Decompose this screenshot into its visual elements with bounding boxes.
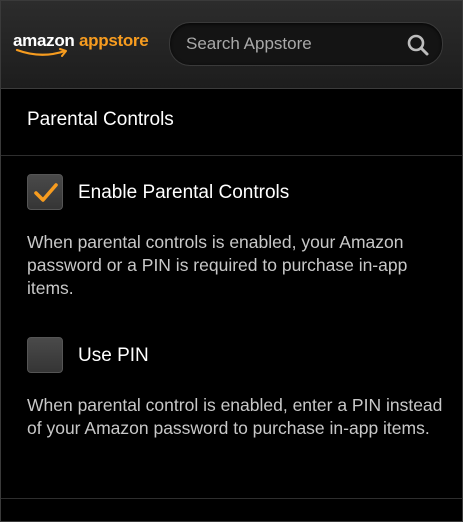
logo-appstore-text: appstore [79, 31, 149, 50]
enable-parental-controls-row[interactable]: Enable Parental Controls [27, 174, 447, 212]
bottom-divider [1, 498, 462, 499]
use-pin-row[interactable]: Use PIN [27, 337, 447, 375]
search-icon[interactable] [406, 33, 430, 57]
enable-parental-controls-checkbox[interactable] [27, 174, 63, 210]
title-divider [1, 155, 462, 156]
checkmark-icon [34, 183, 58, 202]
enable-parental-controls-label: Enable Parental Controls [78, 182, 290, 203]
app-window: amazon appstore Parental Controls Enable… [0, 0, 463, 522]
use-pin-label: Use PIN [78, 345, 149, 366]
page-title: Parental Controls [27, 109, 174, 130]
app-header: amazon appstore [1, 1, 462, 89]
amazon-appstore-logo[interactable]: amazon appstore [13, 31, 153, 61]
search-input[interactable] [186, 23, 396, 65]
use-pin-description: When parental control is enabled, enter … [27, 395, 443, 438]
enable-parental-controls-description: When parental controls is enabled, your … [27, 232, 408, 298]
use-pin-checkbox[interactable] [27, 337, 63, 373]
search-box[interactable] [169, 22, 443, 66]
amazon-smile-icon [15, 48, 67, 57]
